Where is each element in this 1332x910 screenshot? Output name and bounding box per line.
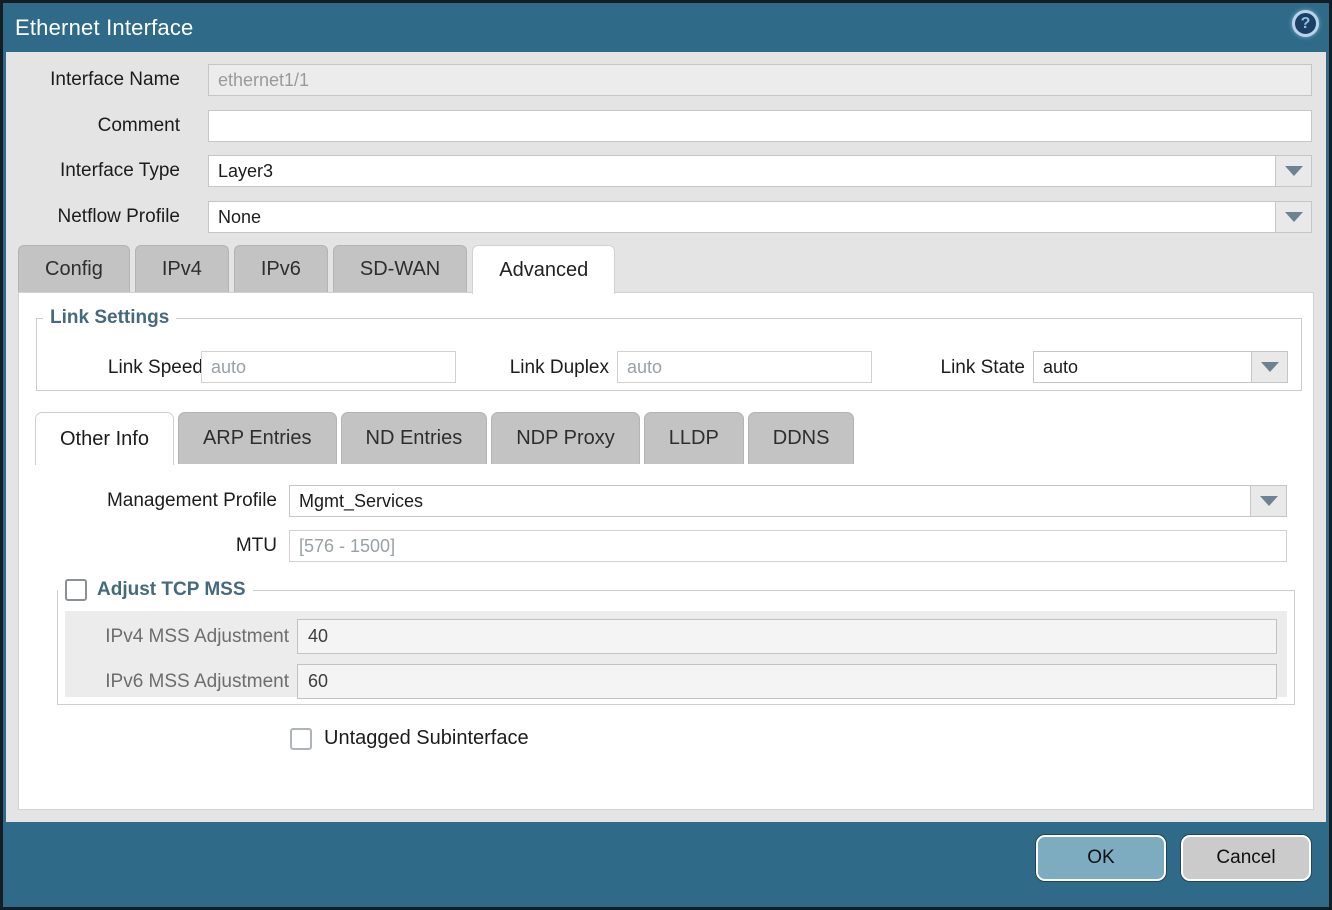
- interface-name-row: Interface Name: [6, 64, 1312, 96]
- ipv4-mss-label: IPv4 MSS Adjustment: [65, 619, 289, 654]
- ipv6-mss-label: IPv6 MSS Adjustment: [65, 664, 289, 699]
- link-state-value: auto: [1043, 352, 1247, 382]
- comment-row: Comment: [6, 110, 1312, 142]
- link-settings-legend: Link Settings: [43, 307, 176, 329]
- mtu-label: MTU: [19, 530, 277, 562]
- subtab-ndp-proxy[interactable]: NDP Proxy: [491, 412, 640, 464]
- management-profile-label: Management Profile: [19, 485, 277, 517]
- link-state-dropdown-button[interactable]: [1251, 352, 1287, 382]
- dialog-body: Interface Name Comment Interface Type La…: [6, 52, 1326, 822]
- interface-type-label: Interface Type: [60, 155, 180, 187]
- untagged-subinterface-row: Untagged Subinterface: [290, 727, 529, 750]
- comment-label: Comment: [98, 110, 180, 142]
- dialog-footer: OK Cancel: [3, 822, 1329, 907]
- link-duplex-label: Link Duplex: [503, 351, 609, 385]
- comment-input[interactable]: [208, 110, 1312, 142]
- adjust-tcp-mss-label: Adjust TCP MSS: [97, 579, 246, 601]
- untagged-subinterface-label: Untagged Subinterface: [324, 727, 529, 750]
- dialog-titlebar: Ethernet Interface ?: [3, 3, 1329, 52]
- netflow-profile-row: Netflow Profile None: [6, 201, 1312, 233]
- adjust-tcp-mss-fieldset: Adjust TCP MSS IPv4 MSS Adjustment IPv6 …: [57, 579, 1295, 705]
- netflow-profile-label: Netflow Profile: [58, 201, 181, 233]
- ipv4-mss-input: [297, 619, 1277, 654]
- chevron-down-icon: [1285, 166, 1303, 176]
- ethernet-interface-dialog: Ethernet Interface ? Interface Name Comm…: [3, 3, 1329, 907]
- subtab-arp-entries[interactable]: ARP Entries: [178, 412, 337, 464]
- subtab-nd-entries[interactable]: ND Entries: [341, 412, 488, 464]
- netflow-profile-select[interactable]: None: [208, 201, 1312, 233]
- interface-name-label: Interface Name: [50, 64, 180, 96]
- tab-sdwan[interactable]: SD-WAN: [333, 245, 467, 293]
- subtab-lldp[interactable]: LLDP: [644, 412, 744, 464]
- netflow-profile-dropdown-button[interactable]: [1275, 202, 1311, 232]
- sub-tab-strip: Other Info ARP Entries ND Entries NDP Pr…: [35, 412, 854, 465]
- interface-type-row: Interface Type Layer3: [6, 155, 1312, 187]
- link-state-select[interactable]: auto: [1033, 351, 1288, 383]
- ipv6-mss-input: [297, 664, 1277, 699]
- chevron-down-icon: [1285, 212, 1303, 222]
- tab-ipv6[interactable]: IPv6: [234, 245, 328, 293]
- chevron-down-icon: [1260, 496, 1278, 506]
- tab-config[interactable]: Config: [18, 245, 130, 293]
- window-frame: Ethernet Interface ? Interface Name Comm…: [0, 0, 1332, 910]
- interface-type-value: Layer3: [218, 156, 1271, 186]
- subtab-other-info[interactable]: Other Info: [35, 412, 174, 465]
- chevron-down-icon: [1261, 362, 1279, 372]
- help-icon[interactable]: ?: [1292, 10, 1319, 37]
- tab-ipv4[interactable]: IPv4: [135, 245, 229, 293]
- link-state-label: Link State: [917, 351, 1025, 385]
- management-profile-row: Management Profile Mgmt_Services: [19, 485, 1287, 517]
- interface-type-select[interactable]: Layer3: [208, 155, 1312, 187]
- link-duplex-input[interactable]: [617, 351, 872, 383]
- mtu-row: MTU: [19, 530, 1287, 562]
- interface-type-dropdown-button[interactable]: [1275, 156, 1311, 186]
- main-tab-strip: Config IPv4 IPv6 SD-WAN Advanced: [18, 245, 615, 293]
- adjust-tcp-mss-legend: Adjust TCP MSS: [58, 579, 253, 601]
- management-profile-select[interactable]: Mgmt_Services: [289, 485, 1287, 517]
- adjust-tcp-mss-checkbox[interactable]: [65, 579, 87, 601]
- cancel-button[interactable]: Cancel: [1181, 835, 1311, 881]
- mss-disabled-area: IPv4 MSS Adjustment IPv6 MSS Adjustment: [65, 611, 1287, 697]
- link-speed-label: Link Speed: [93, 351, 203, 385]
- tab-advanced[interactable]: Advanced: [472, 245, 615, 294]
- link-settings-fieldset: Link Settings Link Speed Link Duplex Lin…: [36, 307, 1302, 391]
- ok-button[interactable]: OK: [1036, 835, 1166, 881]
- management-profile-value: Mgmt_Services: [299, 486, 1246, 516]
- untagged-subinterface-checkbox[interactable]: [290, 728, 312, 750]
- mtu-input[interactable]: [289, 530, 1287, 562]
- management-profile-dropdown-button[interactable]: [1250, 486, 1286, 516]
- subtab-ddns[interactable]: DDNS: [748, 412, 855, 464]
- link-speed-input[interactable]: [201, 351, 456, 383]
- advanced-tab-panel: Link Settings Link Speed Link Duplex Lin…: [18, 292, 1314, 810]
- netflow-profile-value: None: [218, 202, 1271, 232]
- interface-name-input: [208, 64, 1312, 96]
- dialog-title: Ethernet Interface: [3, 15, 193, 41]
